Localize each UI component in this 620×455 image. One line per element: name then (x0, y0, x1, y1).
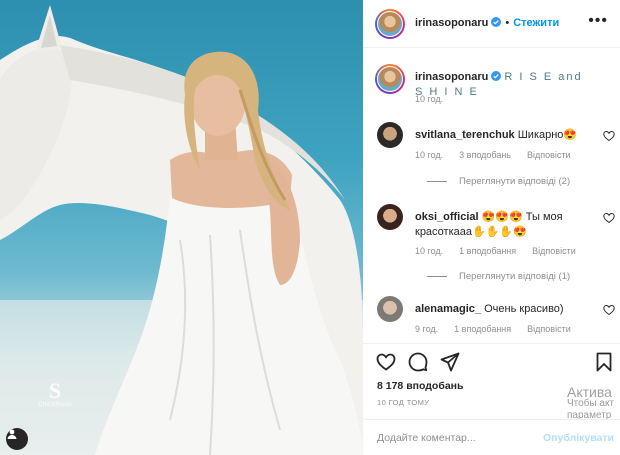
comment-text: Очень красиво) (484, 303, 564, 315)
windows-activation-overlay: Актива Чтобы акт параметр (567, 384, 615, 422)
comment-username[interactable]: oksi_official (415, 211, 479, 223)
reply-button[interactable]: Відповісти (527, 324, 571, 334)
comment-text-line: oksi_official 😍😍😍 Ты моя красоткааа✋✋✋😍 (415, 210, 595, 240)
more-icon[interactable]: ••• (588, 13, 608, 29)
comment-meta: 9 год. 1 вподобання Відповісти (415, 324, 587, 334)
comment-username[interactable]: svitlana_terenchuk (415, 129, 515, 141)
share-icon[interactable] (440, 352, 460, 372)
heart-icon[interactable] (603, 212, 615, 224)
bookmark-icon[interactable] (594, 352, 614, 372)
comment-meta: 10 год. 1 вподобання Відповісти (415, 246, 592, 256)
likes-count[interactable]: 8 178 вподобань (377, 380, 463, 392)
comment-avatar[interactable] (377, 122, 403, 148)
caption-username[interactable]: irinasoponaru (415, 71, 488, 83)
comment-item: svitlana_terenchuk Шикарно😍 10 год. 3 впо… (375, 122, 615, 192)
comment-input[interactable]: Додайте коментар... (377, 432, 476, 444)
comment-avatar[interactable] (377, 204, 403, 230)
comment-likes[interactable]: 3 вподобань (459, 150, 511, 160)
post-header: irinasoponaru • Стежити ••• (363, 0, 620, 48)
activation-line-1: Актива (567, 384, 612, 400)
user-tag-icon[interactable] (6, 428, 28, 450)
comment-icon[interactable] (408, 352, 428, 372)
comment-text-line: alenamagic_ Очень красиво) (415, 302, 595, 317)
follow-button[interactable]: Стежити (513, 17, 559, 29)
watermark-mark: S (48, 378, 62, 403)
verified-icon (491, 17, 502, 27)
reply-button[interactable]: Відповісти (527, 150, 571, 160)
comment-item: oksi_official 😍😍😍 Ты моя красоткааа✋✋✋😍 … (375, 204, 615, 284)
caption-meta: 10 год. (415, 94, 459, 104)
heart-icon[interactable] (603, 130, 615, 142)
caption: irinasoponaru R I S E and S H I N E 10 г… (375, 64, 615, 104)
comment-likes[interactable]: 1 вподобання (459, 246, 516, 256)
watermark: S ChicShoots (30, 378, 80, 409)
post-photo[interactable]: S ChicShoots (0, 0, 363, 455)
comment-time[interactable]: 9 год. (415, 324, 438, 334)
activation-line-2: Чтобы акт (567, 398, 615, 409)
caption-avatar[interactable] (375, 64, 405, 94)
comment-meta: 10 год. 3 вподобань Відповісти (415, 150, 587, 160)
verified-icon (491, 71, 502, 81)
header-line: irinasoponaru • Стежити (415, 17, 559, 29)
comment-time[interactable]: 10 год. (415, 150, 443, 160)
separator-dot: • (505, 17, 510, 29)
view-replies-label: Переглянути відповіді (2) (459, 176, 571, 187)
replies-line (427, 181, 447, 182)
watermark-sub: ChicShoots (38, 402, 72, 408)
heart-icon[interactable] (376, 352, 396, 372)
reply-button[interactable]: Відповісти (532, 246, 576, 256)
author-avatar[interactable] (375, 9, 405, 39)
comment-username[interactable]: alenamagic_ (415, 303, 481, 315)
heart-icon[interactable] (603, 304, 615, 316)
comment-time[interactable]: 10 год. (415, 246, 443, 256)
comments-list[interactable]: irinasoponaru R I S E and S H I N E 10 г… (363, 48, 620, 343)
view-replies-button[interactable]: Переглянути відповіді (2) (427, 176, 570, 187)
add-comment-bar: Додайте коментар... Опублікувати (363, 419, 620, 455)
comment-avatar[interactable] (377, 296, 403, 322)
comment-text: Шикарно😍 (517, 129, 578, 141)
comment-likes[interactable]: 1 вподобання (454, 324, 511, 334)
view-replies-label: Переглянути відповіді (1) (459, 271, 571, 282)
post-time[interactable]: 10 ГОД ТОМУ (377, 398, 429, 407)
view-replies-button[interactable]: Переглянути відповіді (1) (427, 271, 570, 282)
post-actions: 8 178 вподобань 10 ГОД ТОМУ Актива Чтобы… (363, 343, 620, 421)
comment-item: alenamagic_ Очень красиво) 9 год. 1 вподо… (375, 296, 615, 340)
publish-button[interactable]: Опублікувати (543, 432, 614, 444)
comment-text-line: svitlana_terenchuk Шикарно😍 (415, 128, 595, 143)
post-panel: irinasoponaru • Стежити ••• irinasoponaru … (363, 0, 620, 455)
author-username[interactable]: irinasoponaru (415, 17, 488, 29)
caption-time[interactable]: 10 год. (415, 94, 443, 104)
replies-line (427, 276, 447, 277)
